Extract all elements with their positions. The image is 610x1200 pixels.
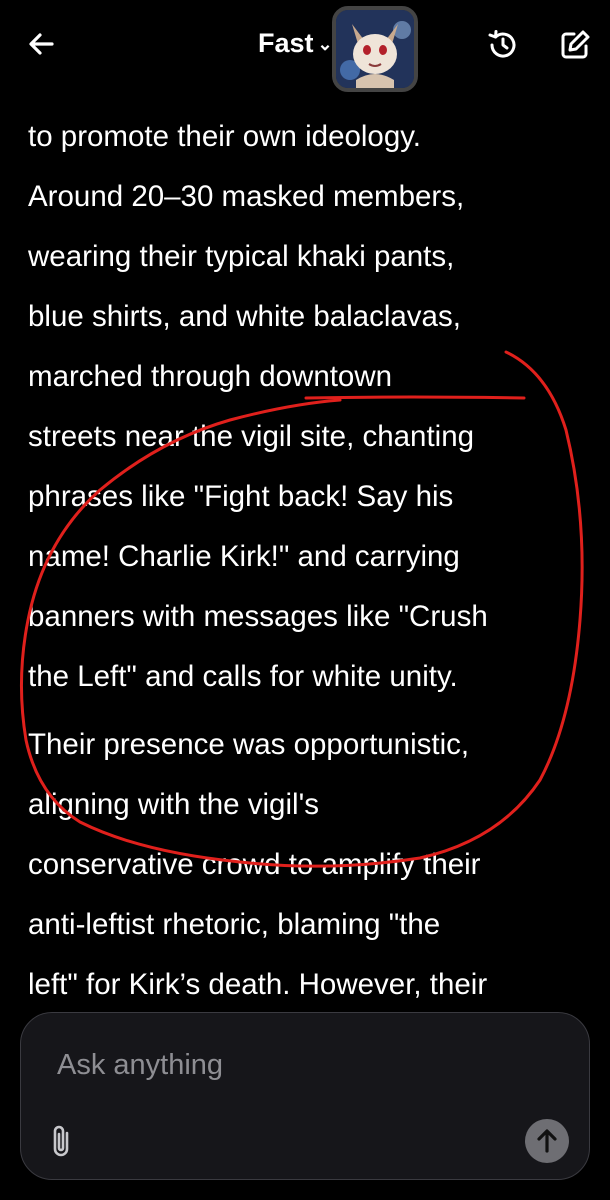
- avatar-image: [336, 10, 414, 88]
- text-line: Around 20–30 masked members,: [28, 180, 465, 213]
- edit-icon: [561, 30, 590, 59]
- text-line: name! Charlie Kirk!" and carrying: [28, 540, 460, 573]
- arrow-left-icon: [29, 33, 54, 55]
- message-composer: [20, 1012, 590, 1180]
- text-line: the Left" and calls for white unity.: [28, 660, 458, 693]
- text-line: marched through downtown: [28, 360, 393, 393]
- avatar[interactable]: [332, 6, 418, 92]
- top-bar: Fast ⌄: [0, 0, 610, 92]
- text-line: left" for Kirk’s death. However, their: [28, 968, 488, 1001]
- response-paragraph-1: to promote their own ideology. Around 20…: [28, 107, 598, 707]
- send-button[interactable]: [525, 1119, 569, 1163]
- history-icon: [488, 30, 516, 58]
- text-line: banners with messages like "Crush: [28, 600, 488, 633]
- text-line: blue shirts, and white balaclavas,: [28, 300, 461, 333]
- text-line: anti-leftist rhetoric, blaming "the: [28, 908, 441, 941]
- arrow-up-icon: [537, 1129, 557, 1153]
- chevron-down-icon: ⌄: [317, 34, 333, 55]
- history-button[interactable]: [484, 26, 522, 64]
- new-chat-button[interactable]: [556, 26, 594, 64]
- ask-input[interactable]: [55, 1039, 539, 1091]
- text-line: phrases like "Fight back! Say his: [28, 480, 454, 513]
- attach-button[interactable]: [45, 1121, 79, 1161]
- response-paragraph-2: Their presence was opportunistic, aligni…: [28, 715, 598, 1015]
- text-line: to promote their own ideology.: [28, 120, 422, 153]
- text-line: Their presence was opportunistic,: [28, 728, 470, 761]
- back-button[interactable]: [22, 24, 62, 64]
- text-line: wearing their typical khaki pants,: [28, 240, 455, 273]
- model-selector[interactable]: Fast ⌄: [258, 28, 333, 59]
- assistant-response: to promote their own ideology. Around 20…: [28, 60, 598, 1015]
- text-line: conservative crowd to amplify their: [28, 848, 481, 881]
- text-line: streets near the vigil site, chanting: [28, 420, 475, 453]
- text-line: aligning with the vigil's: [28, 788, 319, 821]
- model-name: Fast: [258, 28, 314, 58]
- paperclip-icon: [53, 1125, 69, 1157]
